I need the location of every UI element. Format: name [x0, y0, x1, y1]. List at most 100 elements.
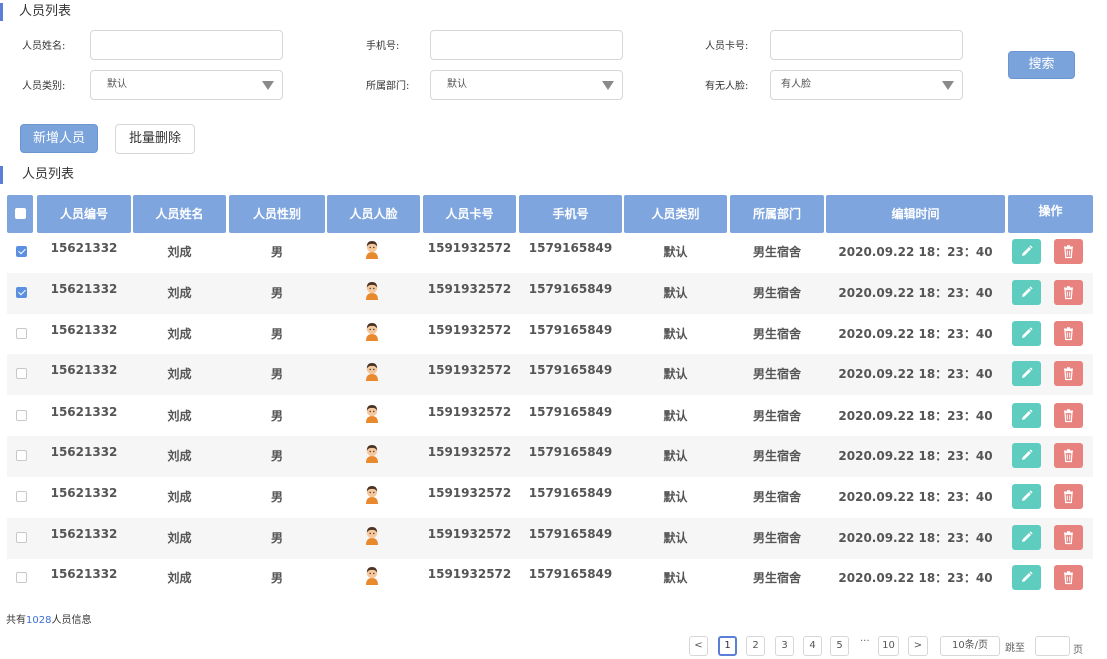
table-row[interactable]: 15621332 刘成 男 1591932572 1579165849 默认 男生宿舍 202…	[7, 314, 1093, 355]
table-row[interactable]: 15621332 刘成 男 1591932572 1579165849 默认 男生宿舍 202…	[7, 396, 1093, 437]
row-checkbox[interactable]	[16, 450, 27, 461]
cell-dept: 男生宿舍	[752, 286, 801, 300]
cell-gender: 男	[270, 571, 283, 585]
cell-phone: 1579165849	[528, 241, 613, 255]
cell-dept: 男生宿舍	[752, 490, 801, 504]
row-checkbox[interactable]	[16, 287, 27, 298]
header-type: 人员类别	[624, 195, 727, 233]
face-avatar-icon	[364, 322, 380, 341]
trash-icon	[1064, 409, 1073, 423]
prev-page-button[interactable]: <	[689, 636, 708, 656]
delete-button[interactable]	[1054, 361, 1083, 386]
face-filter-label: 有无人脸:	[705, 81, 749, 92]
dept-filter-select[interactable]: 默认	[430, 70, 623, 100]
cell-dept: 男生宿舍	[752, 327, 801, 341]
edit-button[interactable]	[1012, 443, 1041, 468]
row-checkbox[interactable]	[16, 491, 27, 502]
cell-gender: 男	[270, 245, 283, 259]
row-checkbox[interactable]	[16, 328, 27, 339]
cell-type: 默认	[663, 449, 688, 463]
edit-button[interactable]	[1012, 361, 1041, 386]
face-filter-select[interactable]: 有人脸	[770, 70, 963, 100]
delete-button[interactable]	[1054, 565, 1083, 590]
delete-button[interactable]	[1054, 321, 1083, 346]
cell-gender: 男	[270, 367, 283, 381]
face-avatar-icon	[364, 362, 380, 381]
cell-edit-time: 2020.09.22 18：23：40	[838, 571, 993, 585]
row-checkbox[interactable]	[16, 368, 27, 379]
edit-button[interactable]	[1012, 525, 1041, 550]
edit-button[interactable]	[1012, 403, 1041, 428]
page-button-2[interactable]: 2	[746, 636, 765, 656]
page-title: 人员列表	[0, 3, 71, 21]
header-person-id: 人员编号	[37, 195, 131, 233]
next-page-button[interactable]: >	[908, 636, 928, 656]
delete-button[interactable]	[1054, 525, 1083, 550]
cell-card: 1591932572	[427, 527, 512, 541]
header-dept: 所属部门	[730, 195, 824, 233]
cell-dept: 男生宿舍	[752, 409, 801, 423]
chevron-down-icon	[942, 81, 954, 90]
list-title: 人员列表	[0, 166, 74, 184]
type-filter-select[interactable]: 默认	[90, 70, 283, 100]
delete-button[interactable]	[1054, 239, 1083, 264]
face-avatar-icon	[364, 526, 380, 545]
table-row[interactable]: 15621332 刘成 男 1591932572 1579165849 默认 男生宿舍 202…	[7, 436, 1093, 477]
delete-button[interactable]	[1054, 280, 1083, 305]
batch-delete-button[interactable]: 批量删除	[115, 124, 195, 154]
table-row[interactable]: 15621332 刘成 男 1591932572 1579165849 默认 男生宿舍 202…	[7, 518, 1093, 559]
page-button-10[interactable]: 10	[878, 636, 899, 656]
edit-button[interactable]	[1012, 484, 1041, 509]
delete-button[interactable]	[1054, 484, 1083, 509]
page-button-3[interactable]: 3	[775, 636, 794, 656]
header-phone: 手机号	[519, 195, 622, 233]
card-filter-label: 人员卡号:	[705, 41, 749, 52]
delete-button[interactable]	[1054, 443, 1083, 468]
table-row[interactable]: 15621332 刘成 男 1591932572 1579165849 默认 男生宿舍 202…	[7, 558, 1093, 599]
trash-icon	[1064, 327, 1073, 341]
table-row[interactable]: 15621332 刘成 男 1591932572 1579165849 默认 男生宿舍 202…	[7, 354, 1093, 395]
edit-button[interactable]	[1012, 280, 1041, 305]
cell-person-id: 15621332	[50, 567, 118, 581]
table-row[interactable]: 15621332 刘成 男 1591932572 1579165849 默认 男生宿舍 202…	[7, 232, 1093, 273]
dept-filter-label: 所属部门:	[366, 81, 410, 92]
page-button-1[interactable]: 1	[718, 636, 737, 656]
jump-label: 跳至	[1005, 643, 1025, 654]
pencil-icon	[1022, 490, 1033, 501]
row-checkbox[interactable]	[16, 410, 27, 421]
row-checkbox[interactable]	[16, 572, 27, 583]
edit-button[interactable]	[1012, 239, 1041, 264]
delete-button[interactable]	[1054, 403, 1083, 428]
cell-phone: 1579165849	[528, 363, 613, 377]
cell-person-id: 15621332	[50, 241, 118, 255]
name-filter-input[interactable]	[90, 30, 283, 60]
cell-person-name: 刘成	[167, 490, 192, 504]
row-checkbox[interactable]	[16, 246, 27, 257]
cell-person-name: 刘成	[167, 571, 192, 585]
name-filter-label: 人员姓名:	[22, 41, 66, 52]
pencil-icon	[1022, 327, 1033, 338]
type-filter-label: 人员类别:	[22, 81, 66, 92]
card-filter-input[interactable]	[770, 30, 963, 60]
cell-type: 默认	[663, 531, 688, 545]
cell-card: 1591932572	[427, 363, 512, 377]
cell-phone: 1579165849	[528, 527, 613, 541]
cell-dept: 男生宿舍	[752, 367, 801, 381]
search-button[interactable]: 搜索	[1008, 51, 1075, 79]
page-size-select[interactable]: 10条/页	[940, 636, 1000, 656]
jump-page-input[interactable]	[1035, 636, 1070, 656]
trash-icon	[1064, 367, 1073, 381]
page-button-5[interactable]: 5	[830, 636, 849, 656]
phone-filter-input[interactable]	[430, 30, 623, 60]
select-all-checkbox[interactable]	[15, 208, 26, 219]
add-person-button[interactable]: 新增人员	[20, 124, 98, 153]
edit-button[interactable]	[1012, 321, 1041, 346]
row-checkbox[interactable]	[16, 532, 27, 543]
header-edit-time: 编辑时间	[826, 195, 1005, 233]
table-row[interactable]: 15621332 刘成 男 1591932572 1579165849 默认 男生宿舍 202…	[7, 477, 1093, 518]
page-button-4[interactable]: 4	[803, 636, 822, 656]
edit-button[interactable]	[1012, 565, 1041, 590]
trash-icon	[1064, 571, 1073, 585]
cell-type: 默认	[663, 490, 688, 504]
table-row[interactable]: 15621332 刘成 男 1591932572 1579165849 默认 男生宿舍 202…	[7, 273, 1093, 314]
